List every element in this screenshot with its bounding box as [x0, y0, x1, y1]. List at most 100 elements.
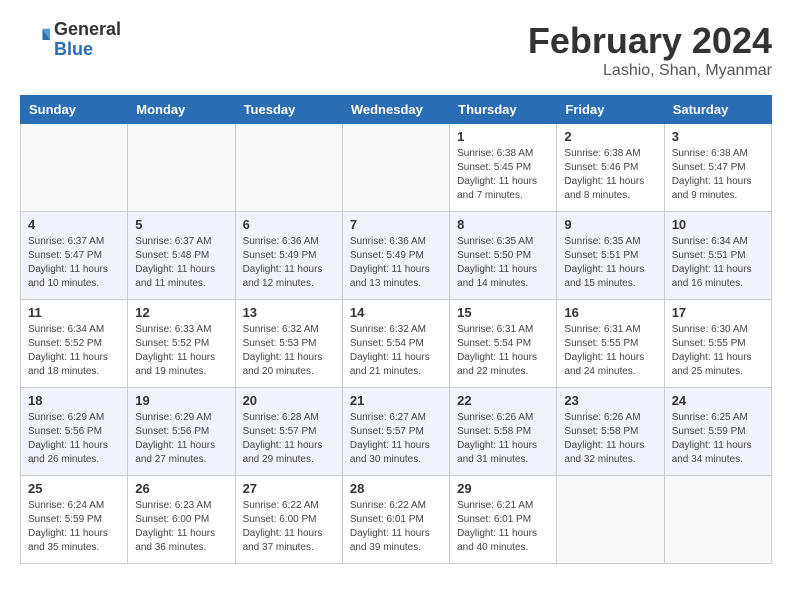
calendar-table: SundayMondayTuesdayWednesdayThursdayFrid…: [20, 95, 772, 564]
day-cell: 5 Sunrise: 6:37 AM Sunset: 5:48 PM Daylig…: [128, 212, 235, 300]
title-block: February 2024 Lashio, Shan, Myanmar: [528, 20, 772, 80]
day-cell: 10 Sunrise: 6:34 AM Sunset: 5:51 PM Dayli…: [664, 212, 771, 300]
day-cell: 17 Sunrise: 6:30 AM Sunset: 5:55 PM Dayli…: [664, 300, 771, 388]
col-header-thursday: Thursday: [450, 96, 557, 124]
col-header-sunday: Sunday: [21, 96, 128, 124]
day-cell: 22 Sunrise: 6:26 AM Sunset: 5:58 PM Dayli…: [450, 388, 557, 476]
day-info: Sunrise: 6:23 AM Sunset: 6:00 PM Dayligh…: [135, 499, 227, 555]
day-info: Sunrise: 6:29 AM Sunset: 5:56 PM Dayligh…: [135, 411, 227, 467]
day-info: Sunrise: 6:35 AM Sunset: 5:50 PM Dayligh…: [457, 235, 549, 291]
day-cell: 19 Sunrise: 6:29 AM Sunset: 5:56 PM Dayli…: [128, 388, 235, 476]
day-number: 23: [564, 393, 656, 408]
week-row-2: 4 Sunrise: 6:37 AM Sunset: 5:47 PM Daylig…: [21, 212, 772, 300]
day-number: 16: [564, 305, 656, 320]
day-cell: 21 Sunrise: 6:27 AM Sunset: 5:57 PM Dayli…: [342, 388, 449, 476]
day-cell: 15 Sunrise: 6:31 AM Sunset: 5:54 PM Dayli…: [450, 300, 557, 388]
day-info: Sunrise: 6:31 AM Sunset: 5:55 PM Dayligh…: [564, 323, 656, 379]
day-info: Sunrise: 6:25 AM Sunset: 5:59 PM Dayligh…: [672, 411, 764, 467]
day-number: 6: [243, 217, 335, 232]
day-info: Sunrise: 6:36 AM Sunset: 5:49 PM Dayligh…: [350, 235, 442, 291]
day-cell: 13 Sunrise: 6:32 AM Sunset: 5:53 PM Dayli…: [235, 300, 342, 388]
day-number: 8: [457, 217, 549, 232]
header-row: SundayMondayTuesdayWednesdayThursdayFrid…: [21, 96, 772, 124]
day-number: 15: [457, 305, 549, 320]
day-number: 10: [672, 217, 764, 232]
page-header: General Blue February 2024 Lashio, Shan,…: [20, 20, 772, 80]
day-number: 9: [564, 217, 656, 232]
day-number: 22: [457, 393, 549, 408]
day-cell: 25 Sunrise: 6:24 AM Sunset: 5:59 PM Dayli…: [21, 476, 128, 564]
col-header-wednesday: Wednesday: [342, 96, 449, 124]
day-number: 18: [28, 393, 120, 408]
day-number: 11: [28, 305, 120, 320]
day-info: Sunrise: 6:38 AM Sunset: 5:47 PM Dayligh…: [672, 147, 764, 203]
day-number: 2: [564, 129, 656, 144]
day-info: Sunrise: 6:36 AM Sunset: 5:49 PM Dayligh…: [243, 235, 335, 291]
day-number: 25: [28, 481, 120, 496]
day-cell: [128, 124, 235, 212]
day-cell: 28 Sunrise: 6:22 AM Sunset: 6:01 PM Dayli…: [342, 476, 449, 564]
day-number: 21: [350, 393, 442, 408]
day-cell: 11Sunrise: 6:34 AM Sunset: 5:52 PM Dayli…: [21, 300, 128, 388]
day-cell: [664, 476, 771, 564]
week-row-5: 25 Sunrise: 6:24 AM Sunset: 5:59 PM Dayli…: [21, 476, 772, 564]
day-cell: [235, 124, 342, 212]
day-info: Sunrise: 6:38 AM Sunset: 5:45 PM Dayligh…: [457, 147, 549, 203]
day-info: Sunrise: 6:30 AM Sunset: 5:55 PM Dayligh…: [672, 323, 764, 379]
day-number: 27: [243, 481, 335, 496]
week-row-3: 11Sunrise: 6:34 AM Sunset: 5:52 PM Dayli…: [21, 300, 772, 388]
day-info: Sunrise: 6:26 AM Sunset: 5:58 PM Dayligh…: [564, 411, 656, 467]
logo: General Blue: [20, 20, 121, 60]
day-cell: 4 Sunrise: 6:37 AM Sunset: 5:47 PM Daylig…: [21, 212, 128, 300]
day-cell: 3 Sunrise: 6:38 AM Sunset: 5:47 PM Daylig…: [664, 124, 771, 212]
col-header-monday: Monday: [128, 96, 235, 124]
day-cell: [342, 124, 449, 212]
day-number: 24: [672, 393, 764, 408]
day-info: Sunrise: 6:34 AM Sunset: 5:51 PM Dayligh…: [672, 235, 764, 291]
day-cell: 29Sunrise: 6:21 AM Sunset: 6:01 PM Dayli…: [450, 476, 557, 564]
day-info: Sunrise: 6:24 AM Sunset: 5:59 PM Dayligh…: [28, 499, 120, 555]
day-number: 17: [672, 305, 764, 320]
day-cell: 6 Sunrise: 6:36 AM Sunset: 5:49 PM Daylig…: [235, 212, 342, 300]
logo-general: General: [54, 20, 121, 40]
day-info: Sunrise: 6:29 AM Sunset: 5:56 PM Dayligh…: [28, 411, 120, 467]
day-info: Sunrise: 6:28 AM Sunset: 5:57 PM Dayligh…: [243, 411, 335, 467]
day-number: 4: [28, 217, 120, 232]
col-header-saturday: Saturday: [664, 96, 771, 124]
day-cell: 12Sunrise: 6:33 AM Sunset: 5:52 PM Dayli…: [128, 300, 235, 388]
day-cell: 2Sunrise: 6:38 AM Sunset: 5:46 PM Daylig…: [557, 124, 664, 212]
day-cell: 24 Sunrise: 6:25 AM Sunset: 5:59 PM Dayli…: [664, 388, 771, 476]
day-cell: 27 Sunrise: 6:22 AM Sunset: 6:00 PM Dayli…: [235, 476, 342, 564]
day-info: Sunrise: 6:26 AM Sunset: 5:58 PM Dayligh…: [457, 411, 549, 467]
day-info: Sunrise: 6:22 AM Sunset: 6:01 PM Dayligh…: [350, 499, 442, 555]
week-row-4: 18 Sunrise: 6:29 AM Sunset: 5:56 PM Dayli…: [21, 388, 772, 476]
day-cell: [557, 476, 664, 564]
day-number: 19: [135, 393, 227, 408]
day-number: 14: [350, 305, 442, 320]
day-cell: 23 Sunrise: 6:26 AM Sunset: 5:58 PM Dayli…: [557, 388, 664, 476]
day-info: Sunrise: 6:33 AM Sunset: 5:52 PM Dayligh…: [135, 323, 227, 379]
col-header-friday: Friday: [557, 96, 664, 124]
day-info: Sunrise: 6:27 AM Sunset: 5:57 PM Dayligh…: [350, 411, 442, 467]
day-info: Sunrise: 6:21 AM Sunset: 6:01 PM Dayligh…: [457, 499, 549, 555]
day-number: 13: [243, 305, 335, 320]
day-number: 28: [350, 481, 442, 496]
location: Lashio, Shan, Myanmar: [528, 62, 772, 80]
day-cell: 8 Sunrise: 6:35 AM Sunset: 5:50 PM Daylig…: [450, 212, 557, 300]
day-cell: 16 Sunrise: 6:31 AM Sunset: 5:55 PM Dayli…: [557, 300, 664, 388]
month-title: February 2024: [528, 20, 772, 62]
logo-icon: [20, 25, 50, 55]
day-info: Sunrise: 6:37 AM Sunset: 5:47 PM Dayligh…: [28, 235, 120, 291]
day-info: Sunrise: 6:32 AM Sunset: 5:53 PM Dayligh…: [243, 323, 335, 379]
day-cell: 14Sunrise: 6:32 AM Sunset: 5:54 PM Dayli…: [342, 300, 449, 388]
day-number: 3: [672, 129, 764, 144]
logo-blue: Blue: [54, 40, 121, 60]
day-info: Sunrise: 6:31 AM Sunset: 5:54 PM Dayligh…: [457, 323, 549, 379]
day-number: 20: [243, 393, 335, 408]
day-info: Sunrise: 6:35 AM Sunset: 5:51 PM Dayligh…: [564, 235, 656, 291]
day-number: 26: [135, 481, 227, 496]
day-number: 5: [135, 217, 227, 232]
day-info: Sunrise: 6:22 AM Sunset: 6:00 PM Dayligh…: [243, 499, 335, 555]
day-info: Sunrise: 6:37 AM Sunset: 5:48 PM Dayligh…: [135, 235, 227, 291]
day-cell: 20 Sunrise: 6:28 AM Sunset: 5:57 PM Dayli…: [235, 388, 342, 476]
